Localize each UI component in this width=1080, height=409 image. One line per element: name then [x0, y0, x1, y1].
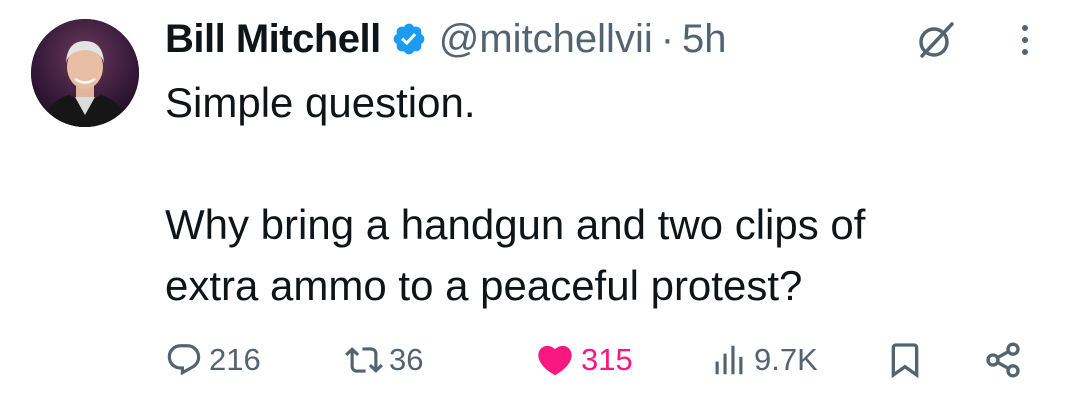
tweet-text: Simple question. Why bring a handgun and… — [165, 72, 1045, 316]
more-options-icon[interactable] — [1010, 18, 1040, 62]
tweet-text-line: Why bring a handgun and two clips of — [165, 201, 866, 248]
tweet-text-line: extra ammo to a peaceful protest? — [165, 262, 803, 309]
bookmark-button[interactable] — [885, 338, 925, 382]
author-name[interactable]: Bill Mitchell — [165, 17, 381, 62]
separator-dot: · — [660, 16, 675, 61]
bookmark-icon — [891, 343, 919, 379]
grok-icon[interactable] — [914, 18, 958, 62]
retweet-count: 36 — [389, 342, 424, 377]
tweet[interactable]: Bill Mitchell @mitchellvii · 5h Simple q… — [0, 0, 1080, 409]
timestamp[interactable]: 5h — [682, 17, 727, 62]
retweet-icon — [345, 347, 383, 373]
verified-badge-icon[interactable] — [391, 21, 427, 57]
tweet-header: Bill Mitchell @mitchellvii · 5h — [165, 8, 727, 70]
reply-icon — [167, 344, 201, 376]
views-icon — [715, 345, 743, 375]
views-button[interactable]: 9.7K — [710, 338, 818, 382]
reply-button[interactable]: 216 — [165, 338, 261, 382]
reply-count: 216 — [209, 342, 261, 377]
author-handle[interactable]: @mitchellvii — [439, 17, 653, 62]
avatar[interactable] — [31, 19, 139, 127]
share-icon — [986, 342, 1020, 378]
like-count: 315 — [581, 342, 633, 377]
views-count: 9.7K — [754, 342, 818, 377]
retweet-button[interactable]: 36 — [345, 338, 423, 382]
avatar-image — [31, 19, 139, 127]
tweet-text-line: Simple question. — [165, 79, 476, 126]
action-bar: 216 36 315 9.7K — [165, 338, 1035, 382]
heart-icon — [538, 345, 572, 376]
like-button[interactable]: 315 — [535, 338, 633, 382]
share-button[interactable] — [983, 338, 1023, 382]
